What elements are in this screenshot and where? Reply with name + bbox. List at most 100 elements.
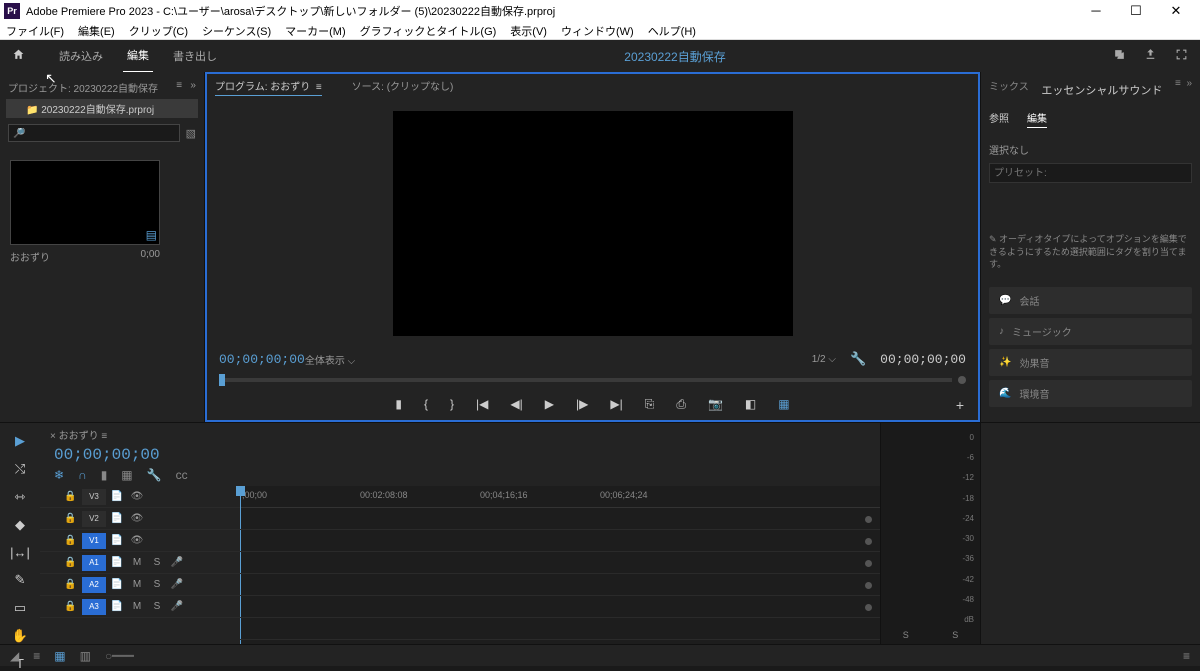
ess-btn-ambience[interactable]: 🌊 環境音 bbox=[989, 380, 1192, 407]
ess-btn-dialogue[interactable]: 💬 会話 bbox=[989, 287, 1192, 314]
track-output-toggle[interactable] bbox=[865, 560, 872, 567]
razor-tool[interactable]: ◆ bbox=[15, 517, 25, 533]
share-icon[interactable] bbox=[1144, 48, 1157, 64]
window-titlebar: Pr Adobe Premiere Pro 2023 - C:\ユーザー\aro… bbox=[0, 0, 1200, 22]
export-frame-button[interactable]: 📷 bbox=[708, 397, 723, 412]
program-viewer[interactable] bbox=[207, 100, 978, 347]
icon-view-icon[interactable]: ▦ bbox=[54, 649, 65, 663]
program-tab[interactable]: プログラム: おおずり ≡ bbox=[215, 78, 322, 96]
resolution-dropdown[interactable]: 1/2 ⌵ bbox=[812, 354, 836, 365]
menu-view[interactable]: 表示(V) bbox=[510, 23, 547, 39]
track-v3[interactable]: 🔒V3📄👁 bbox=[40, 486, 240, 508]
solo-right[interactable]: S bbox=[952, 630, 958, 640]
nest-icon[interactable]: ▦ bbox=[121, 468, 132, 482]
caption-icon[interactable]: cc bbox=[176, 468, 188, 482]
playhead-handle[interactable] bbox=[219, 374, 225, 386]
project-panel-title: プロジェクト: 20230222自動保存 bbox=[8, 80, 158, 95]
panel-menu-icon[interactable]: ≡ » bbox=[176, 80, 196, 95]
mark-in-button[interactable]: { bbox=[424, 397, 428, 412]
rectangle-tool[interactable]: ▭ bbox=[14, 600, 26, 616]
minimize-button[interactable]: ─ bbox=[1076, 0, 1116, 22]
ess-btn-sfx[interactable]: ✨ 効果音 bbox=[989, 349, 1192, 376]
button-editor-icon[interactable]: + bbox=[956, 397, 964, 413]
track-output-toggle[interactable] bbox=[865, 582, 872, 589]
track-a2[interactable]: 🔒A2📄MS🎤 bbox=[40, 574, 240, 596]
assembly-icon[interactable]: ◢ bbox=[10, 649, 19, 663]
sequence-tab[interactable]: おおずり bbox=[59, 431, 99, 442]
slip-tool[interactable]: |↔| bbox=[10, 545, 30, 560]
workspace-tab-export[interactable]: 書き出し bbox=[169, 40, 221, 72]
track-output-toggle[interactable] bbox=[865, 516, 872, 523]
source-tab[interactable]: ソース: (クリップなし) bbox=[352, 78, 454, 96]
menu-window[interactable]: ウィンドウ(W) bbox=[561, 23, 634, 39]
maximize-button[interactable]: ☐ bbox=[1116, 0, 1156, 22]
wrench-icon[interactable]: 🔧 bbox=[147, 468, 162, 482]
ess-btn-music[interactable]: ♪ ミュージック bbox=[989, 318, 1192, 345]
linked-selection-icon[interactable]: ∩ bbox=[78, 468, 87, 482]
timeline-panel: × おおずり ≡ 00;00;00;00 ❄ ∩ ▮ ▦ 🔧 cc 🔒V3📄👁 … bbox=[40, 423, 880, 644]
track-a1[interactable]: 🔒A1📄MS🎤 bbox=[40, 552, 240, 574]
track-output-toggle[interactable] bbox=[865, 538, 872, 545]
meter-label: -48 bbox=[962, 595, 974, 604]
program-tc-current[interactable]: 00;00;00;00 bbox=[219, 352, 305, 367]
close-button[interactable]: ✕ bbox=[1156, 0, 1196, 22]
settings-icon[interactable]: 🔧 bbox=[850, 351, 866, 367]
extract-button[interactable]: ⎙ bbox=[676, 397, 686, 412]
timeline-content[interactable]: ;00;00 00:02:08:08 00;04;16;16 00;06;24;… bbox=[240, 486, 880, 644]
workspace-tab-edit[interactable]: 編集 bbox=[123, 39, 153, 73]
panel-menu-icon[interactable]: ≡ » bbox=[1175, 78, 1192, 102]
zoom-slider[interactable]: ○━━━ bbox=[105, 649, 134, 663]
freeform-view-icon[interactable]: ▥ bbox=[80, 649, 91, 663]
step-back-button[interactable]: ◀| bbox=[510, 397, 522, 412]
ess-tab-edit[interactable]: 編集 bbox=[1027, 110, 1047, 128]
zoom-fit-dropdown[interactable]: 全体表示 ⌵ bbox=[305, 352, 355, 367]
solo-left[interactable]: S bbox=[903, 630, 909, 640]
play-button[interactable]: ▶ bbox=[545, 397, 554, 412]
quick-export-icon[interactable] bbox=[1113, 48, 1126, 64]
lift-button[interactable]: ⎘ bbox=[645, 397, 655, 412]
menu-help[interactable]: ヘルプ(H) bbox=[648, 23, 696, 39]
project-search-input[interactable] bbox=[8, 124, 180, 142]
meter-label: -18 bbox=[962, 494, 974, 503]
mark-out-button[interactable]: } bbox=[450, 397, 454, 412]
workspace-tab-import[interactable]: 読み込み bbox=[55, 40, 107, 72]
mix-tab[interactable]: ミックス bbox=[989, 78, 1029, 102]
panel-options-icon[interactable]: ≡ bbox=[1183, 649, 1190, 663]
track-output-toggle[interactable] bbox=[865, 604, 872, 611]
go-to-out-button[interactable]: ▶| bbox=[610, 397, 622, 412]
pen-tool[interactable]: ✎ bbox=[15, 572, 26, 588]
menu-clip[interactable]: クリップ(C) bbox=[129, 23, 188, 39]
selection-tool[interactable]: ▶ bbox=[15, 433, 25, 449]
step-forward-button[interactable]: |▶ bbox=[576, 397, 588, 412]
clip-thumbnail[interactable]: ▤ bbox=[10, 160, 160, 245]
snap-icon[interactable]: ❄ bbox=[54, 468, 64, 482]
ripple-edit-tool[interactable]: ⇿ bbox=[15, 489, 26, 505]
program-scrubber[interactable] bbox=[219, 378, 952, 382]
track-a3[interactable]: 🔒A3📄MS🎤 bbox=[40, 596, 240, 618]
go-to-in-button[interactable]: |◀ bbox=[476, 397, 488, 412]
ruler-tick: 00:02:08:08 bbox=[360, 490, 408, 500]
insert-button[interactable]: ▦ bbox=[778, 397, 789, 412]
menu-graphics[interactable]: グラフィックとタイトル(G) bbox=[360, 23, 497, 39]
scrub-end-dot[interactable] bbox=[958, 376, 966, 384]
marker-icon[interactable]: ▮ bbox=[101, 468, 108, 482]
timeline-ruler[interactable]: ;00;00 00:02:08:08 00;04;16;16 00;06;24;… bbox=[240, 486, 880, 508]
menu-edit[interactable]: 編集(E) bbox=[78, 23, 115, 39]
menu-sequence[interactable]: シーケンス(S) bbox=[202, 23, 271, 39]
ess-tab-browse[interactable]: 参照 bbox=[989, 110, 1009, 128]
hand-tool[interactable]: ✋ bbox=[12, 628, 28, 644]
comparison-view-button[interactable]: ◧ bbox=[745, 397, 756, 412]
new-bin-icon[interactable]: ▧ bbox=[186, 127, 196, 140]
menu-file[interactable]: ファイル(F) bbox=[6, 23, 64, 39]
project-bin[interactable]: 📁 20230222自動保存.prproj bbox=[6, 99, 198, 118]
add-marker-button[interactable]: ▮ bbox=[395, 397, 402, 412]
track-v2[interactable]: 🔒V2📄👁 bbox=[40, 508, 240, 530]
fullscreen-icon[interactable] bbox=[1175, 48, 1188, 64]
list-view-icon[interactable]: ≡ bbox=[33, 649, 40, 663]
timeline-timecode[interactable]: 00;00;00;00 bbox=[40, 446, 880, 464]
home-icon[interactable] bbox=[12, 48, 25, 64]
track-v1[interactable]: 🔒V1📄👁 bbox=[40, 530, 240, 552]
menu-marker[interactable]: マーカー(M) bbox=[285, 23, 346, 39]
track-select-tool[interactable]: ⤭ bbox=[15, 461, 25, 477]
preset-dropdown[interactable] bbox=[989, 163, 1192, 183]
